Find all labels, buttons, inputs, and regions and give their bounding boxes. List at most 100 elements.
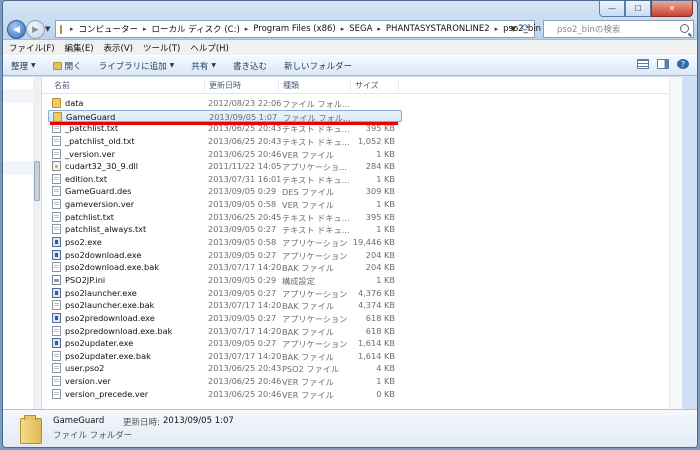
file-type: BAK ファイル [282,351,334,362]
nav-item[interactable] [3,89,33,103]
column-size[interactable]: サイズ [355,80,379,91]
file-date: 2013/09/05 1:07 [209,111,278,122]
breadcrumb-separator-icon[interactable]: ▸ [377,25,381,33]
navigation-pane[interactable] [3,77,42,409]
file-list-scrollbar[interactable] [669,77,682,409]
menu-help[interactable]: ヘルプ(H) [190,42,229,54]
back-button[interactable]: ◀ [7,20,26,39]
breadcrumb-separator-icon[interactable]: ▸ [495,25,499,33]
address-dropdown-icon[interactable]: ▼ [511,25,516,33]
breadcrumb-item[interactable]: Program Files (x86) [253,24,335,34]
close-button[interactable]: ✕ [651,1,693,17]
minimize-button[interactable]: — [599,1,625,17]
file-name: pso2predownload.exe.bak [65,325,173,336]
preview-pane-icon[interactable] [657,59,669,69]
file-row[interactable]: pso2.exe 2013/09/05 0:58 アプリケーション 19,446 KB [42,236,682,249]
file-row[interactable]: pso2predownload.exe 2013/09/05 0:27 アプリケーシ… [42,312,682,325]
menu-view[interactable]: 表示(V) [104,42,133,54]
file-row[interactable]: _version.ver 2013/06/25 20:46 VER ファイル 1 KB [42,148,682,161]
scroll-thumb[interactable] [34,161,40,201]
column-divider[interactable] [204,79,205,91]
column-divider[interactable] [350,79,351,91]
open-folder-icon [52,61,62,70]
file-row[interactable]: patchlist_always.txt 2013/09/05 0:27 テキスト … [42,223,682,236]
file-row[interactable]: pso2predownload.exe.bak 2013/07/17 14:20 B… [42,325,682,338]
add-to-library-label: ライブラリに追加 [98,61,167,72]
text-file-icon [52,135,61,146]
file-name: PSO2JP.ini [65,274,106,285]
add-to-library-button[interactable]: ライブラリに追加 ▼ [99,60,175,72]
refresh-icon[interactable]: ⟳ [522,23,530,34]
file-row[interactable]: patchlist.txt 2013/06/25 20:45 テキスト ドキュ...… [42,211,682,224]
nav-item[interactable] [3,161,33,175]
file-row[interactable]: version_precede.ver 2013/06/25 20:46 VER フ… [42,388,682,401]
recent-pages-dropdown[interactable]: ▼ [45,25,50,33]
maximize-button[interactable]: ☐ [625,1,651,17]
file-name: pso2launcher.exe [65,287,137,298]
title-bar: — ☐ ✕ ◀ ▶ ▼ ▸ コンピューター ▸ ローカル ディスク (C:) ▸ Prog… [3,1,697,39]
burn-button[interactable]: 書き込む [233,60,267,72]
file-date: 2013/09/05 0:27 [208,312,277,323]
breadcrumb-item[interactable]: SEGA [349,24,372,34]
menu-bar: ファイル(F) 編集(E) 表示(V) ツール(T) ヘルプ(H) [3,39,697,55]
file-row[interactable]: version.ver 2013/06/25 20:46 VER ファイル 1 KB [42,375,682,388]
file-row[interactable]: pso2download.exe.bak 2013/07/17 14:20 BAK … [42,261,682,274]
selected-item-type: ファイル フォルダー [53,431,133,441]
breadcrumb-item[interactable]: コンピューター [79,23,139,35]
column-type[interactable]: 種類 [283,80,299,91]
file-row[interactable]: GameGuard 2013/09/05 1:07 ファイル フォル... [48,109,402,123]
file-row[interactable]: pso2updater.exe 2013/09/05 0:27 アプリケーション 1,… [42,337,682,350]
organize-button[interactable]: 整理 ▼ [11,60,36,72]
menu-file[interactable]: ファイル(F) [9,42,55,54]
file-row[interactable]: gameversion.ver 2013/09/05 0:58 VER ファイル 1 … [42,198,682,211]
open-button[interactable]: 開く [52,60,82,72]
file-row[interactable]: pso2updater.exe.bak 2013/07/17 14:20 BAK フ… [42,350,682,363]
file-type: ファイル フォル... [282,99,350,109]
forward-button[interactable]: ▶ [26,20,45,39]
folder-icon [52,98,61,108]
breadcrumb-separator-icon[interactable]: ▸ [70,25,74,33]
column-date[interactable]: 更新日時 [209,80,241,91]
new-folder-button[interactable]: 新しいフォルダー [284,60,352,72]
column-divider[interactable] [278,79,279,91]
search-icon[interactable] [680,24,689,33]
menu-tools[interactable]: ツール(T) [143,42,180,54]
file-size: 1 KB [376,224,395,235]
change-view-icon[interactable] [637,59,649,69]
file-row[interactable]: PSO2JP.ini 2013/09/05 0:29 構成設定 1 KB [42,274,682,287]
breadcrumb-separator-icon[interactable]: ▸ [143,25,147,33]
breadcrumb-separator-icon[interactable]: ▸ [245,25,249,33]
help-icon[interactable]: ? [677,59,689,69]
file-row[interactable]: edition.txt 2013/07/31 16:01 テキスト ドキュ... 1 … [42,173,682,186]
file-size: 284 KB [365,161,395,172]
details-pane: GameGuard 更新日時: 2013/09/05 1:07 ファイル フォル… [3,409,697,447]
file-size: 618 KB [365,312,395,323]
file-icon [52,262,61,273]
search-input[interactable]: pso2_binの検索 [543,20,694,38]
file-date: 2011/11/22 14:05 [208,161,282,172]
file-row[interactable]: pso2launcher.exe 2013/09/05 0:27 アプリケーション 4… [42,287,682,300]
file-row[interactable]: GameGuard.des 2013/09/05 0:29 DES ファイル 309 … [42,185,682,198]
file-row[interactable]: _patchlist_old.txt 2013/06/25 20:43 テキスト ド… [42,135,682,148]
share-button[interactable]: 共有 ▼ [191,60,216,72]
file-name: user.pso2 [65,363,105,374]
file-name: _patchlist_old.txt [65,135,135,146]
file-row[interactable]: pso2download.exe 2013/09/05 0:27 アプリケーション 2… [42,249,682,262]
column-name[interactable]: 名前 [54,80,70,91]
column-divider[interactable] [398,79,399,91]
file-row[interactable]: data 2012/08/23 22:06 ファイル フォル... [42,97,682,110]
breadcrumb-item[interactable]: PHANTASYSTARONLINE2 [386,24,490,34]
file-row[interactable]: user.pso2 2013/06/25 20:43 PSO2 ファイル 4 KB [42,362,682,375]
menu-edit[interactable]: 編集(E) [65,42,94,54]
file-row[interactable]: pso2launcher.exe.bak 2013/07/17 14:20 BAK … [42,299,682,312]
address-bar[interactable]: ▸ コンピューター ▸ ローカル ディスク (C:) ▸ Program Files (x… [55,20,541,38]
file-size: 19,446 KB [352,237,395,248]
file-row[interactable]: cudart32_30_9.dll 2011/11/22 14:05 アプリケーショ… [42,160,682,173]
file-name: pso2updater.exe [65,338,134,349]
breadcrumb-separator-icon[interactable]: ▸ [341,25,345,33]
breadcrumb-item[interactable]: ローカル ディスク (C:) [152,23,240,35]
file-size: 1,614 KB [357,350,395,361]
navigation-scrollbar[interactable] [33,77,41,409]
file-date: 2013/07/31 16:01 [208,173,282,184]
file-name: pso2download.exe.bak [65,262,159,273]
